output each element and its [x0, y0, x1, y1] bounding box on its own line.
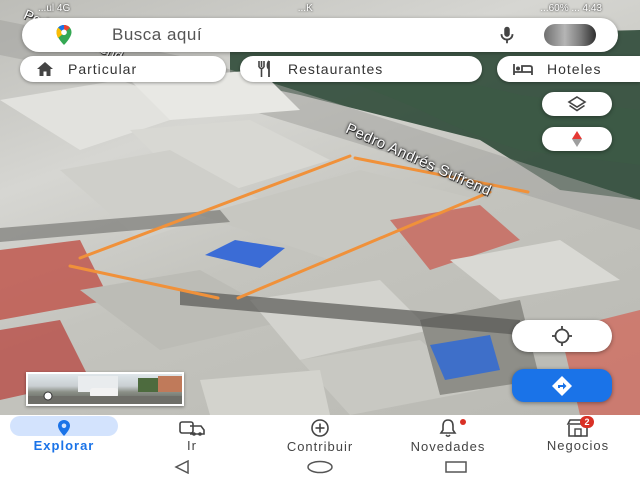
my-location-button[interactable]	[512, 320, 612, 352]
street-view-thumbnail[interactable]	[26, 372, 184, 406]
chip-particular[interactable]: Particular	[20, 56, 226, 82]
layers-icon	[567, 96, 587, 112]
nav-contribuir[interactable]: Contribuir	[262, 415, 378, 454]
chip-restaurantes[interactable]: Restaurantes	[240, 56, 482, 82]
avatar[interactable]	[544, 24, 596, 46]
my-location-icon	[552, 326, 572, 346]
explore-pin-icon	[58, 419, 70, 436]
recents-icon[interactable]	[444, 460, 468, 474]
compass-icon	[572, 131, 582, 147]
notification-badge: 2	[580, 416, 594, 428]
status-left: ...ul 4G	[38, 2, 71, 14]
home-button-icon[interactable]	[306, 460, 334, 474]
home-icon	[37, 62, 53, 76]
street-view-image	[28, 376, 182, 404]
chip-label: Hoteles	[547, 61, 602, 77]
directions-button[interactable]	[512, 369, 612, 402]
notification-dot	[460, 419, 466, 425]
commute-icon	[179, 420, 205, 436]
status-bar: ...ul 4G ...K ...60% ... 4:43	[0, 0, 640, 16]
status-center: ...K	[297, 2, 313, 14]
compass-button[interactable]	[542, 127, 612, 151]
bottom-navigation: Explorar Ir Contribuir Novedades 2 Negoc…	[0, 415, 640, 454]
add-circle-icon	[311, 419, 329, 437]
system-navigation-bar	[0, 453, 640, 480]
search-bar[interactable]: Busca aquí	[22, 18, 618, 52]
nav-ir[interactable]: Ir	[152, 415, 232, 453]
search-input[interactable]: Busca aquí	[112, 25, 202, 45]
chip-hoteles[interactable]: Hoteles	[497, 56, 640, 82]
nav-label: Novedades	[410, 439, 486, 454]
directions-icon	[552, 375, 572, 396]
nav-label: Contribuir	[286, 439, 354, 454]
hotel-icon	[513, 64, 533, 75]
status-right: ...60% ... 4:43	[540, 2, 602, 14]
mic-icon[interactable]	[496, 24, 518, 46]
back-icon[interactable]	[174, 460, 190, 474]
bell-icon	[439, 419, 457, 438]
nav-negocios[interactable]: 2 Negocios	[520, 415, 636, 453]
restaurant-icon	[258, 60, 270, 77]
nav-novedades[interactable]: Novedades	[386, 415, 510, 454]
chip-label: Particular	[68, 61, 138, 77]
nav-explorar[interactable]: Explorar	[6, 415, 122, 453]
google-maps-logo-icon	[56, 25, 72, 45]
nav-label: Ir	[187, 438, 197, 453]
nav-label: Negocios	[546, 438, 610, 453]
nav-label: Explorar	[33, 438, 95, 453]
chip-label: Restaurantes	[288, 61, 384, 77]
layers-button[interactable]	[542, 92, 612, 116]
